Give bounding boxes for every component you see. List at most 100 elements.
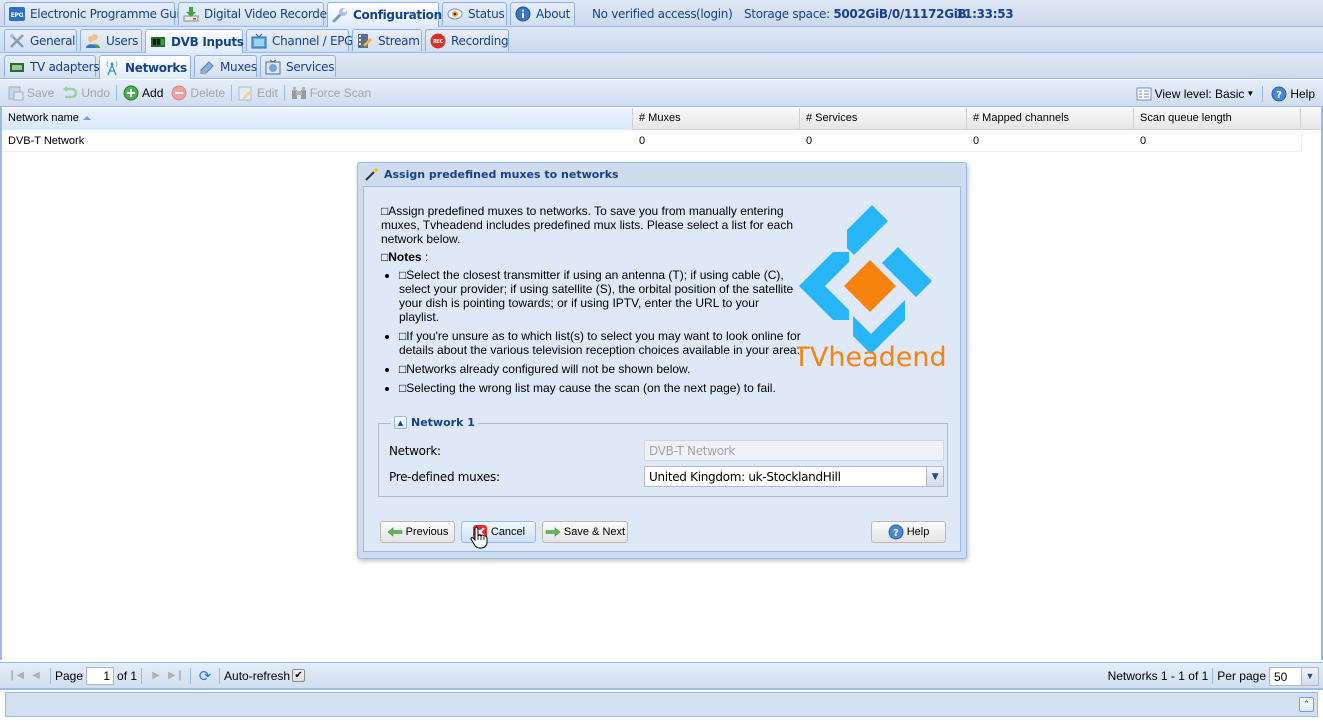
tab-epg[interactable]: EPG Electronic Programme Guide (4, 2, 194, 25)
undo-button[interactable]: Undo (58, 82, 114, 104)
undo-icon (62, 85, 78, 101)
notes-suffix: : (421, 250, 429, 264)
wizard-wand-icon (364, 166, 380, 182)
info-icon (515, 6, 531, 22)
dialog-header[interactable]: Assign predefined muxes to networks (358, 163, 966, 185)
tab-configuration[interactable]: Configuration (327, 2, 442, 27)
column-network-name[interactable]: Network name (2, 108, 633, 130)
auto-refresh-checkbox[interactable]: ✔ (292, 669, 306, 682)
chevron-down-icon[interactable]: ▼ (926, 467, 943, 486)
add-button[interactable]: Add (119, 82, 167, 104)
tab-about[interactable]: About (510, 2, 575, 25)
page-label: Page (55, 668, 84, 683)
edit-button[interactable]: Edit (234, 82, 282, 104)
storage-label: Storage space: (744, 6, 830, 21)
delete-label: Delete (190, 86, 226, 100)
tab-dvr[interactable]: Digital Video Recorder (178, 2, 332, 25)
previous-button[interactable]: Previous (380, 521, 455, 543)
first-page-button[interactable]: ❙◀ (6, 666, 26, 686)
column-label: # Mapped channels (973, 112, 1070, 124)
tab-status[interactable]: Status (442, 2, 507, 25)
save-label: Save (27, 86, 55, 100)
save-next-button[interactable]: Save & Next (542, 521, 628, 543)
network-1-fieldset: ▲ Network 1 Network: DVB-T Network Pre-d… (378, 416, 948, 497)
svg-text:REC: REC (433, 39, 444, 45)
column-services[interactable]: # Services (800, 108, 967, 130)
column-muxes[interactable]: # Muxes (633, 108, 800, 130)
last-page-button[interactable]: ▶❙ (166, 666, 186, 686)
column-scan-queue-length[interactable]: Scan queue length (1134, 108, 1301, 130)
cell-services: 0 (806, 135, 813, 147)
tab-stream[interactable]: Stream (352, 29, 422, 51)
grid-header: Network name # Muxes # Services # Mapped… (2, 108, 1321, 130)
tab-dvb-inputs[interactable]: DVB Inputs (145, 29, 244, 53)
tab-channel-epg[interactable]: Channel / EPG (246, 29, 353, 51)
tab-label: Stream (378, 33, 420, 48)
tab-label: Services (286, 59, 335, 74)
view-level-dropdown[interactable]: View level: Basic ▼ (1132, 83, 1259, 105)
tab-recording[interactable]: REC Recording (425, 29, 509, 51)
tab-label: TV adapters (30, 59, 100, 74)
column-mapped-channels[interactable]: # Mapped channels (967, 108, 1134, 130)
tab-muxes[interactable]: Muxes (194, 55, 257, 77)
prev-page-button[interactable]: ◀ (26, 666, 46, 686)
note-item: □Networks already configured will not be… (399, 362, 801, 376)
tab-general[interactable]: General (4, 29, 77, 51)
collapse-button[interactable]: ⌃ (1299, 697, 1314, 712)
chevron-down-icon[interactable]: ▼ (1301, 667, 1318, 685)
storage-value: 5002GiB/0/11172GiB (833, 6, 967, 21)
tab-services[interactable]: Services (260, 55, 336, 77)
fieldset-title: Network 1 (411, 416, 475, 429)
tab-tv-adapters[interactable]: TV adapters (4, 55, 100, 77)
svg-text:?: ? (893, 528, 899, 539)
save-button[interactable]: Save (4, 82, 58, 104)
grid-toolbar: Save Undo Add Delete Edit Force Scan Vie… (0, 80, 1323, 107)
refresh-button[interactable]: ⟳ (195, 666, 215, 686)
paging-toolbar: ❙◀ ◀ Page of 1 ▶ ▶❙ ⟳ Auto-refresh ✔ Net… (0, 662, 1323, 690)
auto-refresh-label: Auto-refresh (224, 668, 291, 683)
tab-users[interactable]: Users (80, 29, 142, 51)
antenna-icon (104, 60, 120, 76)
prev-page-icon: ◀ (32, 670, 40, 681)
force-scan-button[interactable]: Force Scan (287, 82, 375, 104)
tab-networks[interactable]: Networks (99, 55, 191, 79)
network-label: Network: (389, 444, 441, 458)
cancel-icon (472, 524, 488, 540)
next-page-button[interactable]: ▶ (146, 666, 166, 686)
page-number-input[interactable] (86, 666, 115, 685)
rec-icon: REC (430, 33, 446, 49)
dialog-help-button[interactable]: ? Help (871, 521, 946, 543)
tab-label: Status (468, 7, 505, 21)
tab-label: General (30, 33, 76, 48)
force-scan-label: Force Scan (309, 86, 372, 100)
view-level-icon (1136, 86, 1152, 102)
first-page-icon: ❙◀ (7, 670, 25, 681)
predefined-muxes-value: United Kingdom: uk-StocklandHill (649, 470, 841, 484)
chevron-up-icon: ▲ (397, 418, 404, 427)
cell-network-name: DVB-T Network (8, 135, 85, 147)
intro-text: □Assign predefined muxes to networks. To… (381, 204, 793, 246)
note-item: □If you're unsure as to which list(s) to… (399, 329, 801, 357)
toolbar-separator (1262, 85, 1264, 102)
per-page-select[interactable]: 50 ▼ (1269, 666, 1319, 686)
access-status: No verified access (592, 6, 697, 21)
help-button[interactable]: ? Help (1267, 83, 1319, 105)
wrench-icon (332, 7, 348, 23)
delete-button[interactable]: Delete (167, 82, 229, 104)
collapse-toggle[interactable]: ▲ (394, 416, 407, 429)
svg-text:EPG: EPG (11, 12, 24, 19)
previous-label: Previous (405, 526, 449, 538)
help-icon: ? (888, 524, 904, 540)
login-link[interactable]: (login) (696, 0, 733, 27)
paging-separator (219, 667, 221, 684)
cancel-button[interactable]: Cancel (461, 521, 536, 543)
dvb-card-icon (150, 34, 166, 50)
logo-mark-icon (799, 205, 932, 354)
column-label: # Services (806, 112, 858, 124)
predefined-muxes-select[interactable]: United Kingdom: uk-StocklandHill ▼ (644, 466, 944, 487)
per-page-label: Per page (1217, 669, 1266, 683)
arrow-left-icon (387, 524, 403, 540)
paging-summary: Networks 1 - 1 of 1 (1107, 669, 1209, 683)
table-row[interactable]: DVB-T Network 0 0 0 0 (2, 131, 1302, 152)
column-label: Scan queue length (1140, 112, 1232, 124)
